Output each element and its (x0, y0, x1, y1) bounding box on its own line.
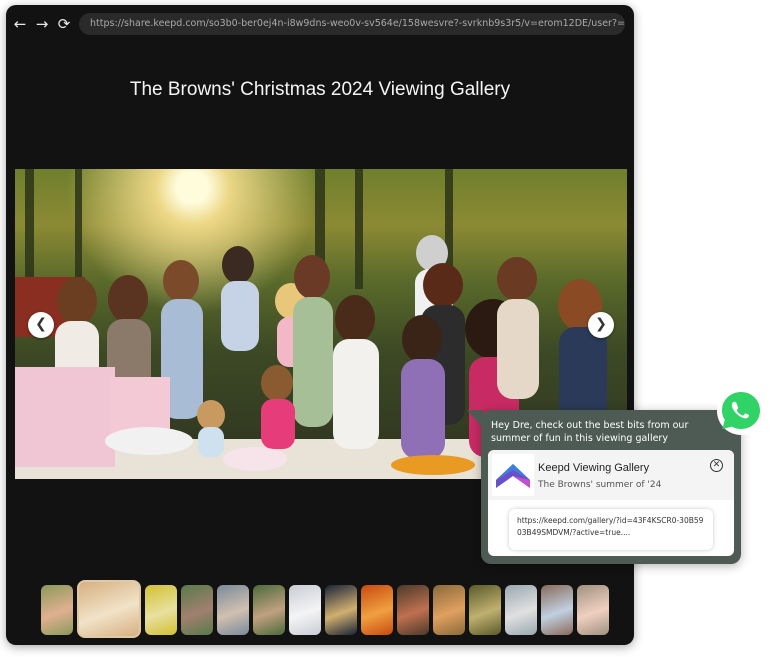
gallery-thumbnail[interactable] (505, 585, 537, 635)
close-circle-icon[interactable]: ✕ (710, 459, 723, 472)
card-title: Keepd Viewing Gallery (538, 462, 650, 474)
share-message: Hey Dre, check out the best bits from ou… (491, 420, 689, 444)
gallery-thumbnail[interactable] (469, 585, 501, 635)
arrow-right-icon[interactable]: → (33, 15, 51, 33)
gallery-thumbnail[interactable] (541, 585, 573, 635)
gallery-thumbnail[interactable] (361, 585, 393, 635)
gallery-thumbnail[interactable] (325, 585, 357, 635)
gallery-thumbnail[interactable] (289, 585, 321, 635)
gallery-thumbnail[interactable] (577, 585, 609, 635)
link-preview-header: Keepd Viewing Gallery The Browns' summer… (488, 450, 734, 500)
share-popup: Hey Dre, check out the best bits from ou… (467, 410, 741, 564)
gallery-link[interactable]: https://keepd.com/gallery/?id=43F4KSCR0-… (509, 509, 713, 550)
gallery-thumbnail[interactable] (41, 585, 73, 635)
gallery-thumbnail[interactable] (77, 580, 141, 638)
page-title: The Browns' Christmas 2024 Viewing Galle… (129, 79, 511, 100)
card-subtitle: The Browns' summer of '24 (538, 480, 662, 490)
whatsapp-icon (716, 386, 766, 436)
link-preview-card[interactable]: Keepd Viewing Gallery The Browns' summer… (488, 450, 734, 556)
gallery-thumbnail[interactable] (433, 585, 465, 635)
chevron-right-icon[interactable]: ❯ (588, 312, 614, 338)
gallery-thumbnail[interactable] (181, 585, 213, 635)
gallery-thumbnail[interactable] (217, 585, 249, 635)
gallery-thumbnail[interactable] (397, 585, 429, 635)
gallery-thumbnail[interactable] (253, 585, 285, 635)
chevron-left-icon[interactable]: ❮ (28, 312, 54, 338)
keepd-logo-icon (492, 454, 534, 496)
address-bar[interactable]: https://share.keepd.com/so3b0-ber0ej4n-i… (79, 13, 625, 35)
gallery-thumbnail[interactable] (145, 585, 177, 635)
reload-icon[interactable]: ⟳ (55, 15, 73, 33)
arrow-left-icon[interactable]: ← (11, 15, 29, 33)
